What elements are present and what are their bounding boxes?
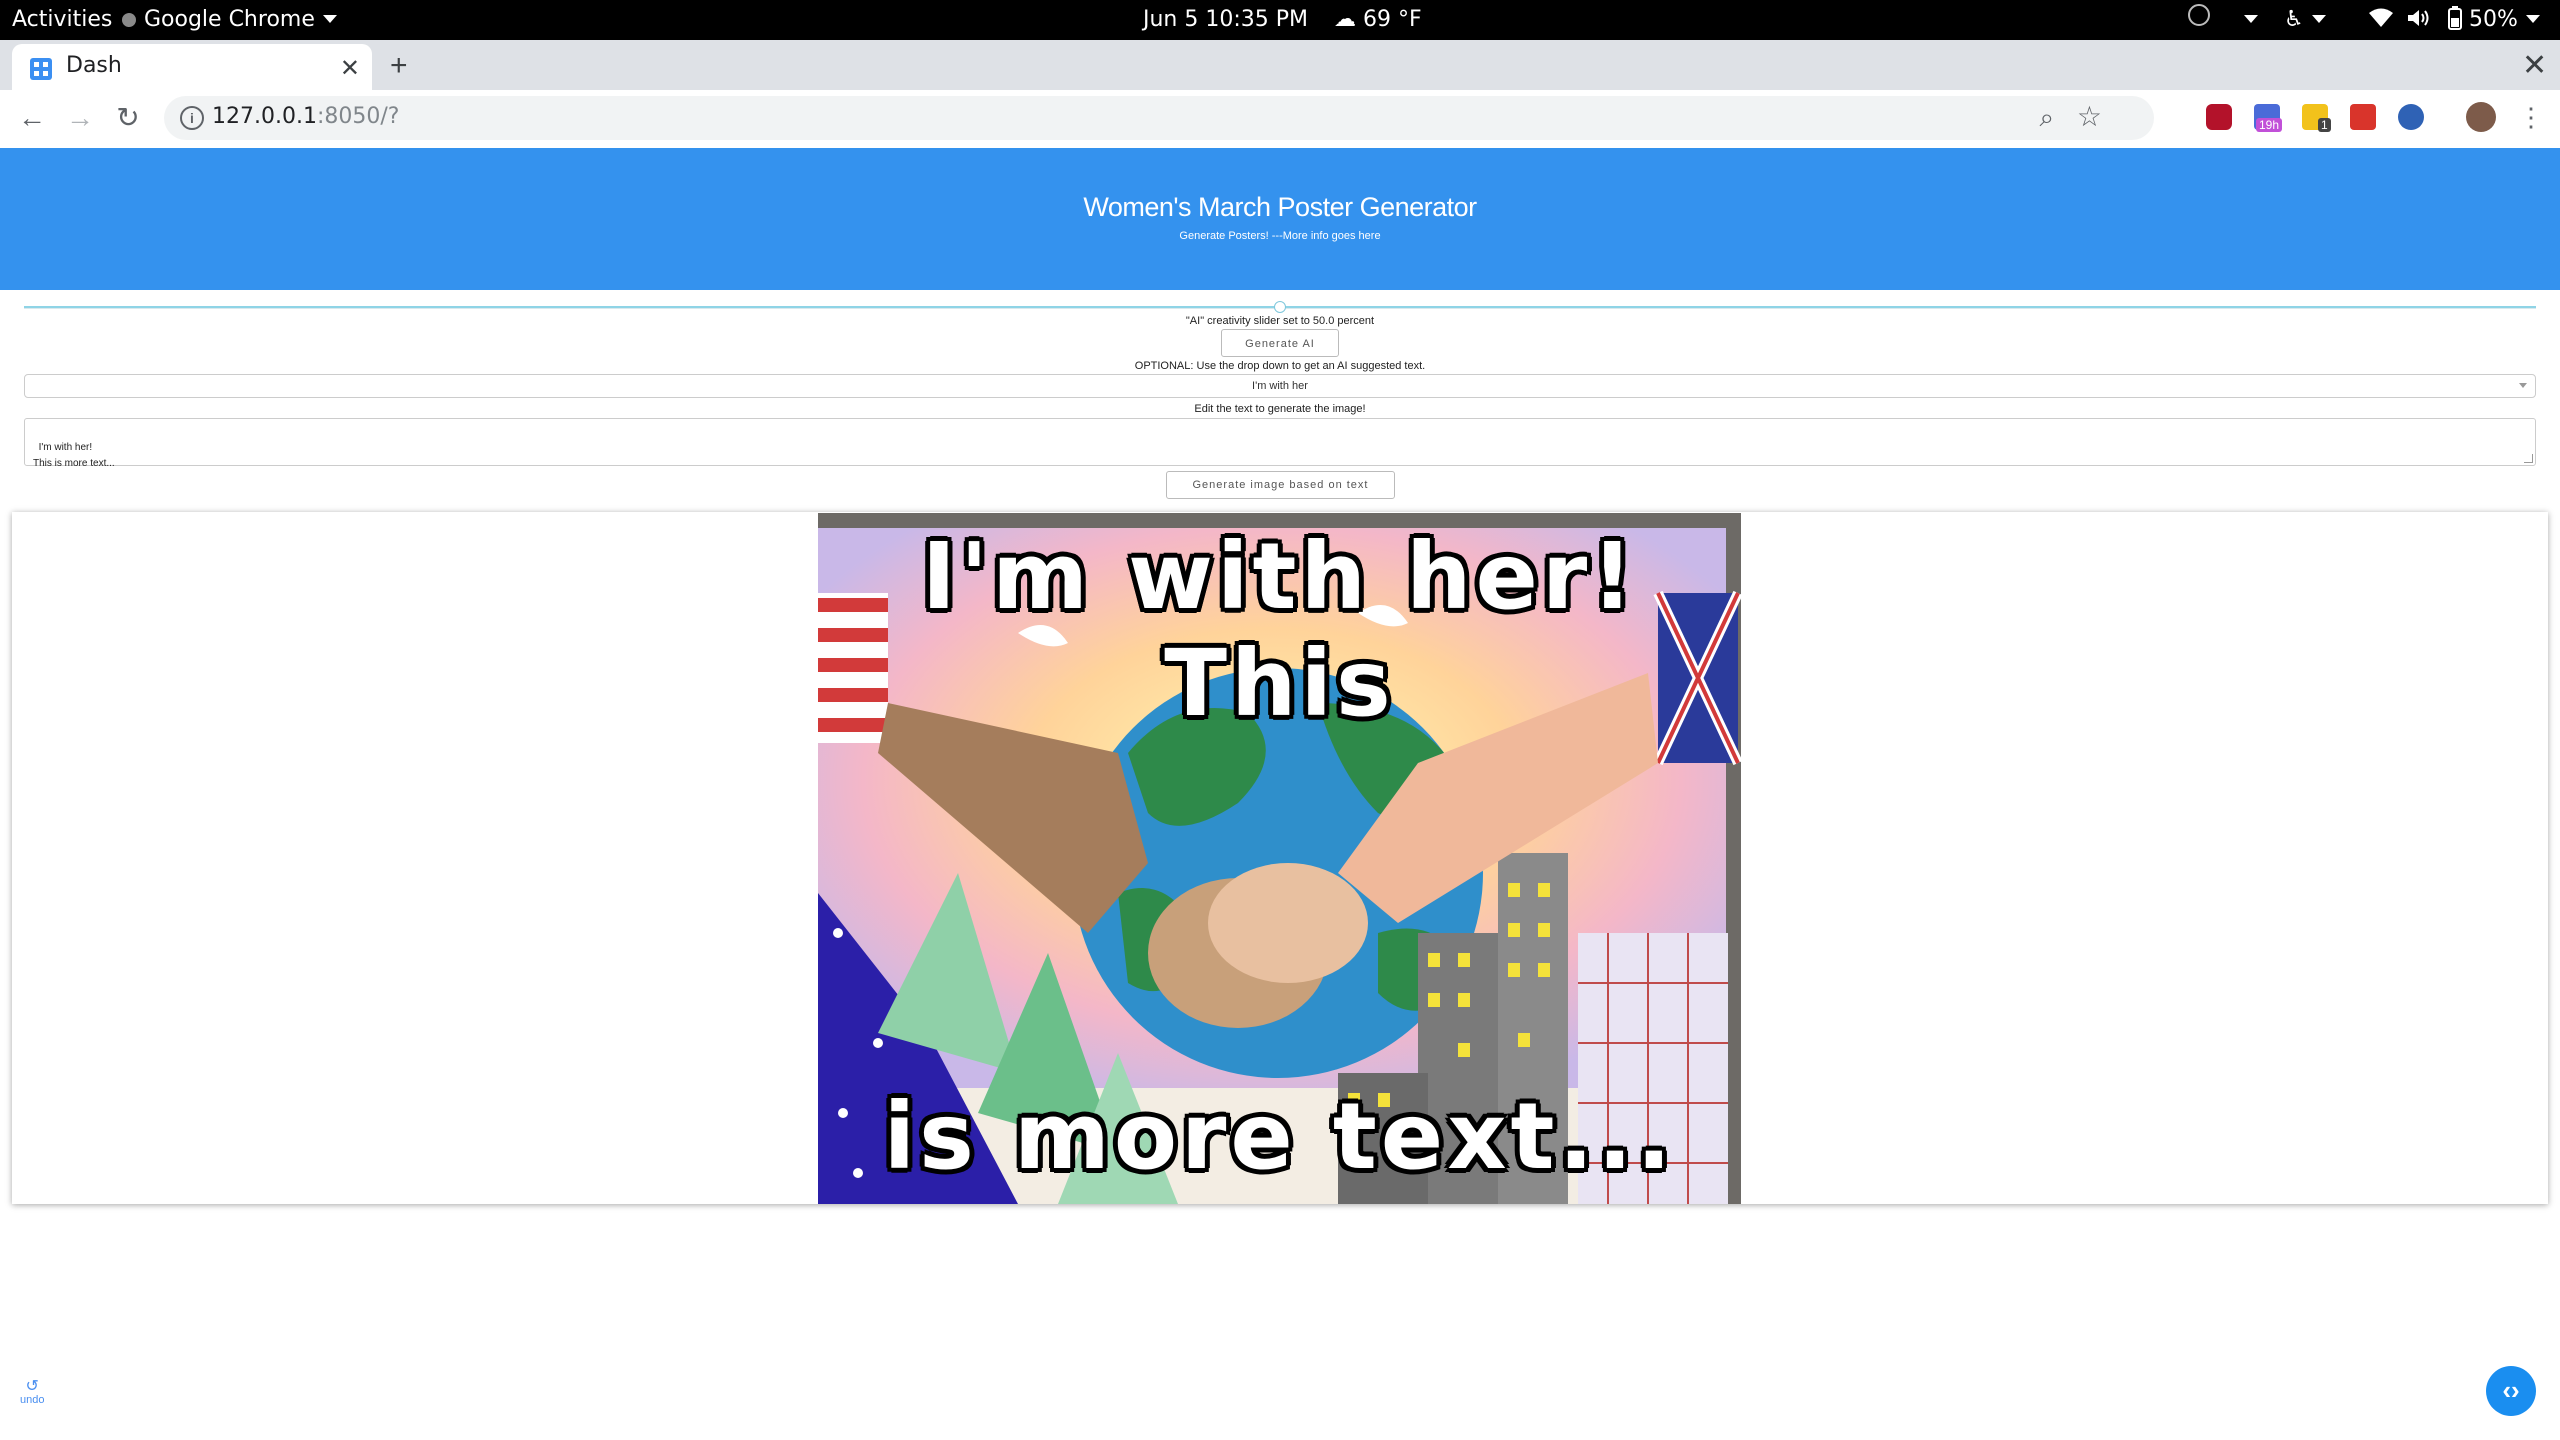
url-host: 127.0.0.1 bbox=[212, 104, 317, 129]
chevron-down-icon bbox=[2525, 15, 2540, 23]
resize-grip-icon[interactable] bbox=[2524, 454, 2533, 463]
more-vert-icon[interactable]: ⋮ bbox=[2518, 102, 2544, 133]
code-brackets-icon: ‹› bbox=[2502, 1375, 2520, 1405]
wifi-icon[interactable] bbox=[2368, 0, 2394, 40]
slider-status-text: "AI" creativity slider set to 50.0 perce… bbox=[1185, 315, 1375, 327]
new-tab-icon[interactable]: + bbox=[390, 48, 408, 84]
undo-label: undo bbox=[20, 1394, 45, 1406]
generate-ai-button[interactable]: Generate AI bbox=[1221, 329, 1339, 357]
creativity-slider-handle[interactable] bbox=[1274, 301, 1286, 313]
dropdown-selected-value: I'm with her bbox=[1252, 380, 1308, 392]
page-title: Women's March Poster Generator bbox=[1083, 192, 1477, 222]
page-subtitle: Generate Posters! ---More info goes here bbox=[1179, 230, 1381, 242]
zoom-icon[interactable]: ⌕ bbox=[2039, 102, 2054, 134]
chrome-app-icon bbox=[122, 13, 136, 27]
battery-indicator[interactable]: 50% bbox=[2448, 0, 2540, 40]
poster-bottom-caption: is more text... bbox=[883, 1083, 1676, 1190]
url-path: :8050/? bbox=[316, 104, 400, 129]
dash-favicon-icon bbox=[30, 58, 52, 80]
edit-text-label: Edit the text to generate the image! bbox=[1194, 403, 1366, 415]
forward-arrow-icon[interactable]: → bbox=[60, 98, 100, 138]
battery-icon bbox=[2448, 6, 2462, 30]
bookmark-star-icon[interactable]: ☆ bbox=[2077, 100, 2102, 133]
accessibility-icon: ♿ bbox=[2284, 7, 2304, 32]
app-name: Google Chrome bbox=[144, 7, 315, 32]
undo-button[interactable]: ↺ undo bbox=[20, 1378, 45, 1407]
optional-hint-text: OPTIONAL: Use the drop down to get an AI… bbox=[1134, 360, 1426, 372]
suggested-text-dropdown[interactable]: I'm with her bbox=[24, 374, 2536, 398]
site-info-icon[interactable]: i bbox=[180, 106, 204, 130]
tab-dash[interactable]: Dash ✕ bbox=[12, 44, 372, 90]
tab-strip: Dash ✕ bbox=[0, 40, 2560, 90]
cloud-icon: ☁ bbox=[1334, 7, 1356, 32]
address-bar[interactable]: i 127.0.0.1:8050/? ⌕ ☆ bbox=[164, 96, 2154, 140]
poster-top-caption: I'm with her! This bbox=[921, 523, 1638, 737]
profile-avatar[interactable] bbox=[2466, 102, 2496, 132]
generated-poster-image: I'm with her! This is more text... bbox=[818, 513, 1741, 1204]
chevron-down-icon bbox=[322, 15, 337, 23]
activities-button[interactable]: Activities bbox=[12, 0, 112, 40]
reload-icon[interactable]: ↻ bbox=[108, 98, 148, 138]
app-header: Women's March Poster Generator Generate … bbox=[0, 148, 2560, 290]
chevron-down-icon[interactable] bbox=[2519, 383, 2527, 388]
generate-image-button[interactable]: Generate image based on text bbox=[1166, 471, 1395, 499]
url-text[interactable]: 127.0.0.1:8050/? bbox=[212, 104, 399, 129]
accessibility-menu[interactable]: ♿ bbox=[2284, 0, 2326, 40]
close-tab-icon[interactable]: ✕ bbox=[340, 54, 360, 83]
poster-text-area[interactable]: I'm with her! This is more text... bbox=[24, 418, 2536, 469]
system-top-bar: Activities Google Chrome Jun 5 10:35 PM … bbox=[0, 0, 2560, 40]
back-arrow-icon[interactable]: ← bbox=[12, 98, 52, 138]
todoist-extension-icon[interactable] bbox=[2350, 104, 2376, 130]
notes-extension-icon[interactable]: 1 bbox=[2302, 104, 2331, 132]
status-circle-icon[interactable] bbox=[2188, 0, 2210, 40]
ublock-extension-icon[interactable] bbox=[2206, 104, 2232, 130]
calendar-extension-icon[interactable]: 19h bbox=[2254, 104, 2283, 132]
weather-temp: 69 °F bbox=[1363, 7, 1422, 32]
tray-dropdown[interactable] bbox=[2236, 0, 2258, 40]
app-menu[interactable]: Google Chrome bbox=[122, 0, 337, 40]
weather-indicator[interactable]: ☁ 69 °F bbox=[1334, 0, 1422, 40]
undo-icon: ↺ bbox=[25, 1378, 39, 1395]
dash-devtools-button[interactable]: ‹› bbox=[2486, 1366, 2536, 1416]
battery-percent: 50% bbox=[2469, 7, 2518, 32]
chevron-down-icon bbox=[2244, 15, 2258, 23]
volume-icon[interactable] bbox=[2406, 0, 2432, 40]
close-window-icon[interactable]: ✕ bbox=[2522, 48, 2547, 84]
poster-text-value: I'm with her! This is more text... bbox=[33, 442, 115, 469]
ext-badge-time: 19h bbox=[2256, 118, 2283, 132]
ext-badge-count: 1 bbox=[2318, 118, 2331, 132]
clock[interactable]: Jun 5 10:35 PM bbox=[1143, 0, 1308, 40]
fedora-extension-icon[interactable] bbox=[2398, 104, 2424, 130]
tab-title: Dash bbox=[66, 53, 122, 78]
chevron-down-icon bbox=[2311, 15, 2326, 23]
browser-toolbar: ← → ↻ i 127.0.0.1:8050/? ⌕ ☆ 19h 1 ⋮ bbox=[0, 90, 2560, 149]
